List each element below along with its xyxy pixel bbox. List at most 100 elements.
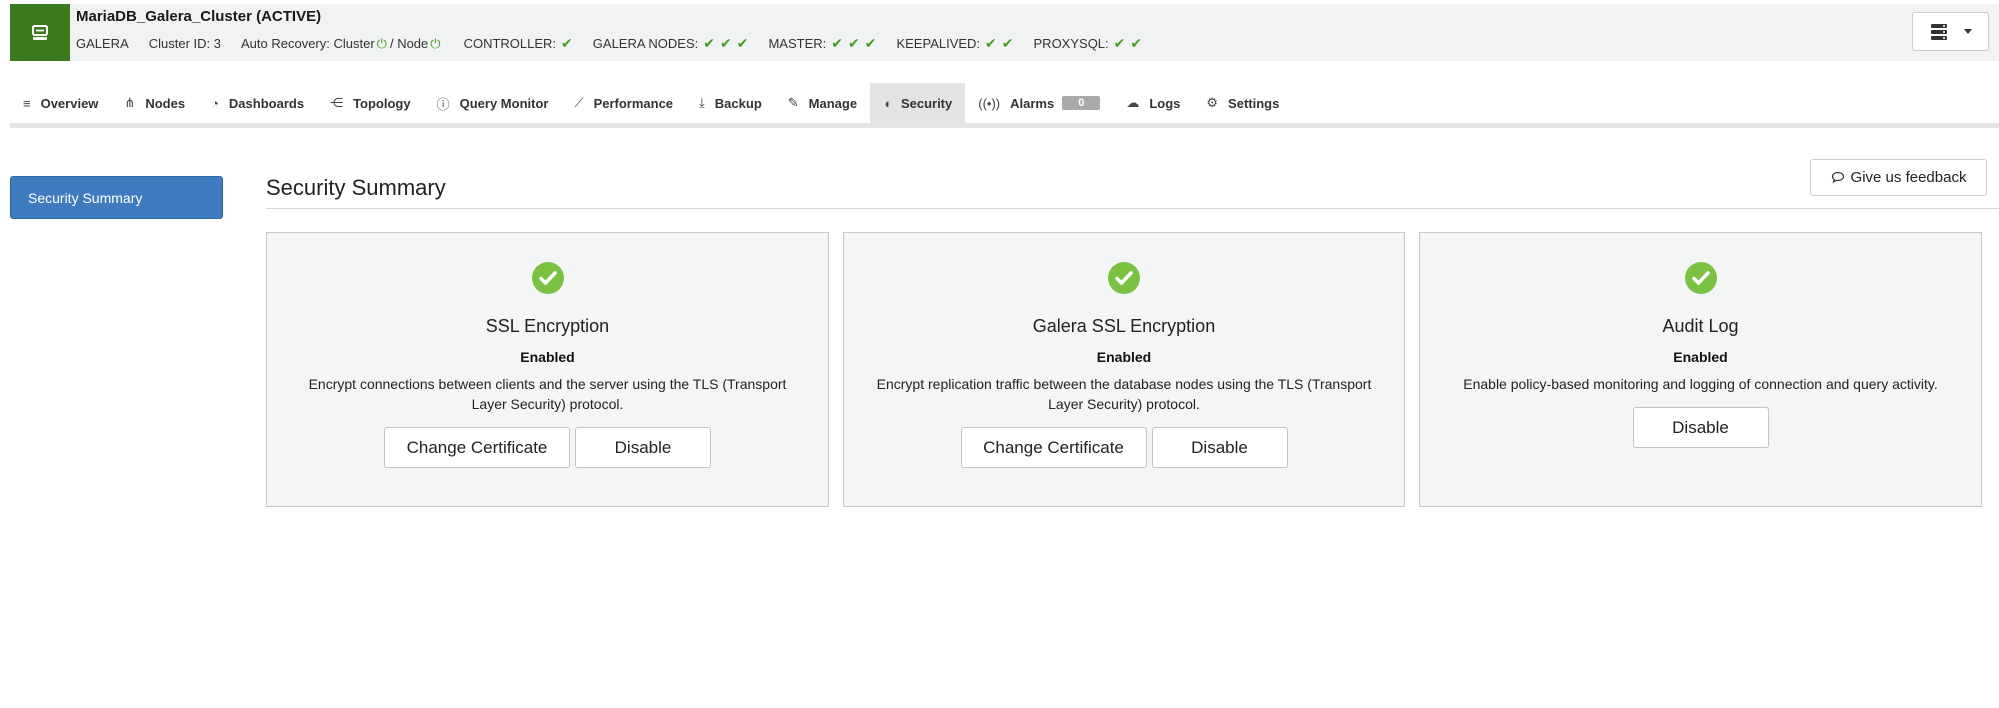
tab-backup[interactable]: ⤓ Backup (686, 83, 775, 123)
check-circle-icon (531, 262, 564, 294)
card-title: Audit Log (1662, 316, 1739, 336)
keepalived-label: KEEPALIVED: (896, 36, 981, 51)
check-icon[interactable]: ✔ (737, 35, 749, 52)
card-status: Enabled (520, 349, 575, 365)
tab-dashboards[interactable]: ◔ Dashboards (198, 83, 317, 123)
dashboard-icon: ◔ (211, 95, 219, 111)
galera-nodes-status: GALERA NODES: ✔ ✔ ✔ (593, 35, 749, 52)
card-status: Enabled (1096, 349, 1152, 365)
tab-label: Alarms (1010, 95, 1055, 111)
card-description: Enable policy-based monitoring and loggi… (1463, 376, 1938, 392)
galera-nodes-label: GALERA NODES: (592, 36, 699, 51)
cluster-status-bar: GALERA Cluster ID: 3 Auto Recovery: Clus… (76, 35, 1162, 52)
tab-label: Overview (40, 95, 99, 111)
audit-log-card: Audit Log Enabled Enable policy-based mo… (1419, 232, 1982, 507)
tab-alarms[interactable]: ((•)) Alarms 0 (965, 83, 1113, 123)
check-icon[interactable]: ✔ (720, 35, 732, 52)
keepalived-status: KEEPALIVED: ✔ ✔ (896, 35, 1013, 52)
controller-status: CONTROLLER: ✔ (464, 35, 573, 52)
tab-label: Query Monitor (459, 95, 549, 111)
page-title: Security Summary (266, 175, 446, 200)
check-icon[interactable]: ✔ (865, 35, 877, 52)
card-title: SSL Encryption (485, 316, 610, 336)
topology-icon: ⋲ (330, 95, 344, 110)
gear-icon: ⚙ (1206, 95, 1219, 110)
check-circle-icon (1108, 262, 1140, 294)
check-icon[interactable]: ✔ (985, 35, 997, 52)
tab-logs[interactable]: ☁ Logs (1113, 83, 1193, 123)
shield-icon: ◖ (883, 95, 891, 111)
controller-label: CONTROLLER: (463, 36, 557, 51)
alarm-icon: ((•)) (978, 95, 1001, 111)
check-icon[interactable]: ✔ (1114, 35, 1126, 52)
proxysql-status: PROXYSQL: ✔ ✔ (1034, 35, 1143, 52)
cluster-type: GALERA (76, 36, 129, 51)
tab-label: Dashboards (228, 95, 305, 111)
wrench-icon: ✎ (787, 95, 799, 110)
card-title: Galera SSL Encryption (1032, 316, 1216, 336)
tab-label: Performance (593, 95, 674, 111)
change-certificate-button[interactable]: Change Certificate (384, 427, 570, 468)
chevron-down-icon (1963, 29, 1972, 34)
auto-recovery-status: Auto Recovery: Cluster ⏻ / Node ⏻ (241, 36, 444, 52)
tab-overview[interactable]: ≡ Overview (10, 83, 111, 123)
galera-ssl-encryption-card: Galera SSL Encryption Enabled Encrypt re… (843, 232, 1405, 507)
tab-label: Settings (1228, 95, 1280, 111)
cluster-server-icon[interactable] (10, 4, 70, 61)
card-status: Enabled (1673, 349, 1728, 365)
card-actions: Disable (1420, 407, 1981, 448)
auto-recovery-node-label: / Node (389, 36, 429, 51)
tab-label: Backup (714, 95, 762, 111)
tab-label: Topology (353, 95, 411, 111)
nodes-icon: ⋔ (124, 95, 136, 110)
master-label: MASTER: (768, 36, 827, 51)
change-certificate-button[interactable]: Change Certificate (960, 427, 1147, 468)
card-actions: Change Certificate Disable (844, 427, 1404, 468)
tab-security[interactable]: ◖ Security (870, 83, 966, 123)
list-icon: ≡ (23, 95, 31, 111)
tab-performance[interactable]: ⟋ Performance (561, 83, 686, 123)
backup-icon: ⤓ (699, 95, 705, 110)
give-feedback-button[interactable]: Give us feedback (1810, 159, 1987, 196)
cluster-id: Cluster ID: 3 (148, 36, 221, 51)
title-divider (266, 208, 1999, 209)
cluster-actions-dropdown[interactable] (1912, 12, 1989, 51)
check-icon[interactable]: ✔ (831, 35, 843, 52)
card-actions: Change Certificate Disable (267, 427, 828, 468)
tab-label: Logs (1149, 95, 1181, 111)
check-icon[interactable]: ✔ (848, 35, 860, 52)
query-monitor-icon: ⓘ (436, 96, 450, 112)
check-icon[interactable]: ✔ (1002, 35, 1014, 52)
proxysql-label: PROXYSQL: (1033, 36, 1109, 51)
tab-label: Manage (808, 95, 858, 111)
disable-button[interactable]: Disable (575, 427, 711, 468)
ssl-encryption-card: SSL Encryption Enabled Encrypt connectio… (266, 232, 829, 507)
card-description: Encrypt replication traffic between the … (876, 376, 1372, 412)
master-status: MASTER: ✔ ✔ ✔ (768, 35, 876, 52)
performance-icon: ⟋ (574, 95, 584, 110)
server-stack-icon (1930, 23, 1947, 40)
logs-icon: ☁ (1126, 95, 1140, 110)
power-icon[interactable]: ⏻ (377, 36, 387, 52)
card-description: Encrypt connections between clients and … (308, 376, 787, 412)
check-icon[interactable]: ✔ (1130, 35, 1142, 52)
tab-settings[interactable]: ⚙ Settings (1193, 83, 1292, 123)
alarm-count-badge: 0 (1062, 96, 1101, 110)
tabs-divider (10, 123, 1999, 128)
disable-button[interactable]: Disable (1632, 407, 1769, 448)
power-icon[interactable]: ⏻ (430, 36, 440, 52)
disable-button[interactable]: Disable (1151, 427, 1288, 468)
cluster-header: MariaDB_Galera_Cluster (ACTIVE) GALERA C… (10, 4, 1999, 61)
tab-query-monitor[interactable]: ⓘ Query Monitor (424, 83, 562, 123)
tab-label: Nodes (145, 95, 186, 111)
tab-topology[interactable]: ⋲ Topology (317, 83, 424, 123)
tab-label: Security (900, 95, 953, 111)
tab-manage[interactable]: ✎ Manage (775, 83, 870, 123)
cluster-tabs: ≡ Overview ⋔ Nodes ◔ Dashboards ⋲ Topology ⓘ… (10, 83, 1999, 123)
check-circle-icon (1684, 262, 1717, 294)
tab-nodes[interactable]: ⋔ Nodes (111, 83, 198, 123)
check-icon[interactable]: ✔ (703, 35, 715, 52)
feedback-label: Give us feedback (1850, 169, 1967, 186)
sidebar-item-security-summary[interactable]: Security Summary (10, 176, 223, 219)
cluster-title[interactable]: MariaDB_Galera_Cluster (ACTIVE) (76, 8, 321, 25)
